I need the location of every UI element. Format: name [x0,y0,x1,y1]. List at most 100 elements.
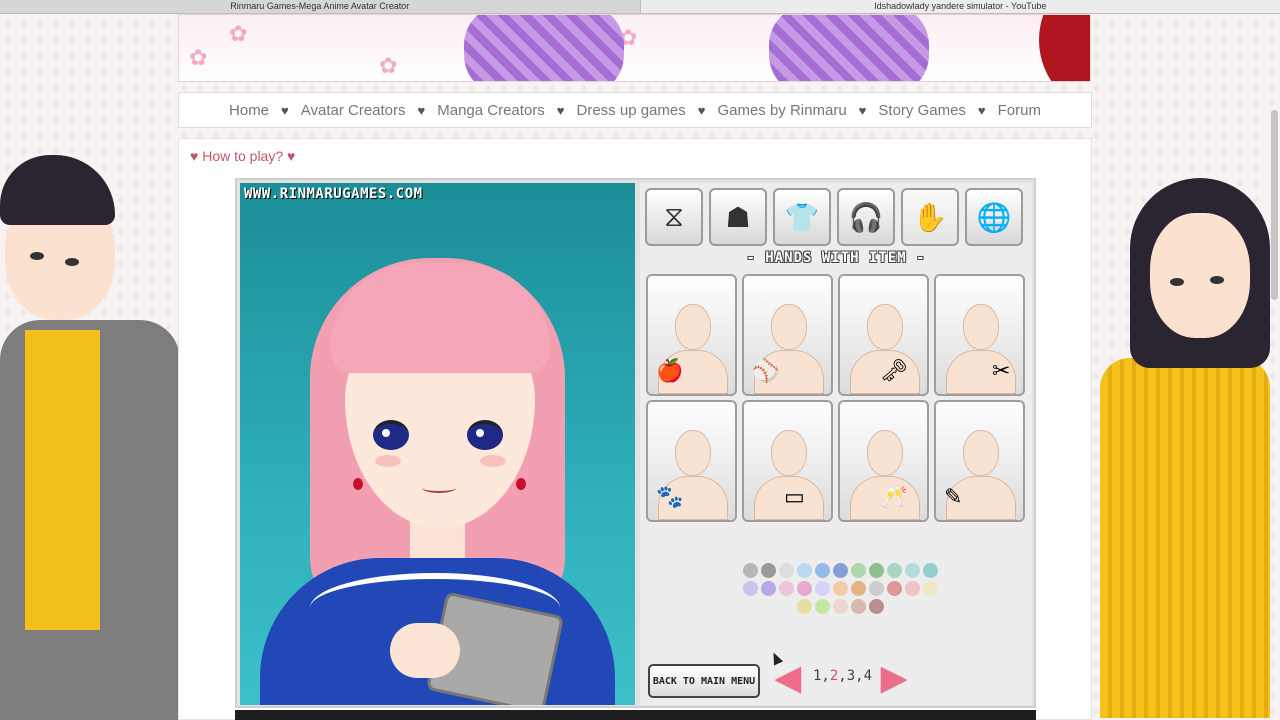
held-item-icon: 🥂 [880,484,908,509]
page-numbers-after: ,3,4 [838,668,873,684]
mannequin-head [675,304,711,350]
headphones-icon[interactable]: 🎧 [837,188,895,246]
avatar-earring [353,478,363,490]
color-swatch[interactable] [904,581,920,596]
nav-story-games[interactable]: Story Games [878,102,966,119]
color-swatch[interactable] [868,599,884,614]
bottom-bar [235,710,1036,720]
section-title: - HANDS WITH ITEM - [746,250,926,266]
banner-character-robe [464,15,624,81]
hand-item-option[interactable]: 🍎 [646,274,737,396]
heart-separator-icon: ♥ [281,102,289,118]
color-swatch[interactable] [832,599,848,614]
color-swatch[interactable] [850,581,866,596]
globe-icon[interactable]: 🌐 [965,188,1023,246]
color-swatch[interactable] [778,563,794,578]
browser-tab-avatar-creator[interactable]: Rinmaru Games-Mega Anime Avatar Creator [0,0,640,14]
avatar-stage [240,183,635,705]
mannequin-head [675,430,711,476]
color-swatch[interactable] [796,581,812,596]
held-item-icon: ⚾ [752,358,780,383]
color-swatch[interactable] [814,599,830,614]
right-character-illustration [1090,178,1280,718]
color-swatch[interactable] [886,581,902,596]
held-item-icon: ▭ [784,484,805,509]
shirt-icon[interactable]: 👕 [773,188,831,246]
sakura-decoration: ✿ [379,53,398,78]
main-nav: Home ♥ Avatar Creators ♥ Manga Creators … [178,92,1092,128]
next-page-arrow-icon[interactable]: ▶ [873,660,915,696]
color-swatch[interactable] [850,599,866,614]
avatar-blush [480,455,506,467]
browser-tab-youtube[interactable]: Idshadowlady yandere simulator - YouTube [639,0,1280,14]
heart-separator-icon: ♥ [417,102,426,118]
nav-forum[interactable]: Forum [998,102,1041,119]
mannequin-head [963,430,999,476]
hand-item-option[interactable]: ✂ [934,274,1025,396]
dna-icon[interactable]: ⧖ [645,188,703,246]
hand-item-option[interactable]: ▭ [742,400,833,522]
mannequin-head [771,430,807,476]
browser-tab-bar: Rinmaru Games-Mega Anime Avatar Creator … [0,0,1280,14]
back-to-main-menu-button[interactable]: BACK TO MAIN MENU [648,664,760,698]
mannequin-head [771,304,807,350]
hand-item-option[interactable]: 🐾 [646,400,737,522]
hand-item-option[interactable]: ✎ [934,400,1025,522]
hand-item-option[interactable]: 🗝 [838,274,929,396]
color-swatch[interactable] [778,581,794,596]
mannequin-head [867,430,903,476]
hand-icon[interactable]: ✋ [901,188,959,246]
sakura-decoration: ✿ [229,21,248,46]
how-to-play-link[interactable]: ♥ How to play? ♥ [190,148,295,164]
color-swatch[interactable] [868,581,884,596]
nav-games-by-rinmaru[interactable]: Games by Rinmaru [717,102,846,119]
color-swatches [740,563,940,614]
heart-separator-icon: ♥ [697,102,706,118]
page-indicator: 1,2,3,4 [813,668,872,684]
color-swatch[interactable] [886,563,902,578]
color-swatch[interactable] [904,563,920,578]
color-swatch[interactable] [796,599,812,614]
color-swatch[interactable] [922,563,938,578]
item-grid: 🍎 ⚾ 🗝 ✂ 🐾 ▭ 🥂 ✎ [646,274,1025,522]
avatar-eye-right [467,420,503,450]
color-swatch[interactable] [760,563,776,578]
banner-umbrella [1039,15,1090,81]
held-item-icon: 🍎 [656,358,684,383]
color-swatch[interactable] [922,581,938,596]
color-swatch[interactable] [814,563,830,578]
left-character-illustration [0,150,180,720]
site-banner: ✿ ✿ ✿ ✿ ✿ [178,14,1091,82]
color-swatch[interactable] [868,563,884,578]
heart-icon: ♥ [190,148,199,164]
hand-item-option[interactable]: ⚾ [742,274,833,396]
avatar-mouth [422,483,456,493]
nav-dress-up-games[interactable]: Dress up games [577,102,686,119]
color-swatch[interactable] [742,581,758,596]
color-swatch[interactable] [742,563,758,578]
nav-home[interactable]: Home [229,102,269,119]
category-toolbar: ⧖ ☗ 👕 🎧 ✋ 🌐 [645,188,1023,246]
nav-manga-creators[interactable]: Manga Creators [437,102,545,119]
avatar-blush [375,455,401,467]
sakura-decoration: ✿ [189,45,208,70]
nav-avatar-creators[interactable]: Avatar Creators [301,102,406,119]
heart-separator-icon: ♥ [858,102,867,118]
held-item-icon: ✂ [992,358,1011,383]
banner-character-robe [769,15,929,81]
mannequin-head [867,304,903,350]
avatar-earring [516,478,526,490]
color-swatch[interactable] [832,581,848,596]
avatar-hand [390,623,460,678]
color-swatch[interactable] [832,563,848,578]
site-watermark: WWW.RINMARUGAMES.COM [244,186,423,202]
color-swatch[interactable] [850,563,866,578]
held-item-icon: 🗝 [880,358,908,383]
color-swatch[interactable] [796,563,812,578]
color-swatch[interactable] [760,581,776,596]
hand-item-option[interactable]: 🥂 [838,400,929,522]
color-swatch[interactable] [814,581,830,596]
page-numbers-before: 1, [813,668,830,684]
mannequin-head [963,304,999,350]
hair-icon[interactable]: ☗ [709,188,767,246]
